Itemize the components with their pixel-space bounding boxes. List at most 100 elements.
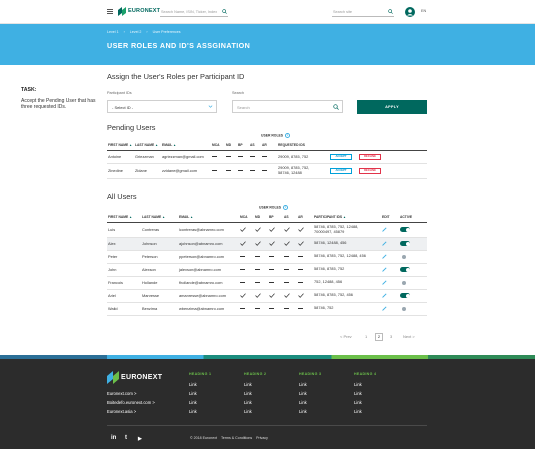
footer-column-link[interactable]: Link [189,382,197,387]
role-cell[interactable] [249,163,261,178]
role-cell[interactable] [268,276,283,289]
role-cell[interactable] [283,222,297,237]
role-cell[interactable] [297,237,313,250]
page-link[interactable]: 1 [365,334,367,339]
role-cell[interactable] [283,263,297,276]
role-cell[interactable] [254,237,268,250]
participant-id-select[interactable]: - Select ID - [107,100,217,113]
role-cell[interactable] [225,150,237,163]
role-cell[interactable] [268,222,283,237]
search-icon[interactable] [333,104,339,110]
site-search-input[interactable]: Search site [332,7,394,17]
role-cell[interactable] [254,263,268,276]
user-avatar-icon[interactable] [405,7,415,17]
role-cell[interactable] [268,263,283,276]
edit-pencil-icon[interactable] [382,266,387,273]
footer-column-link[interactable]: Link [299,391,307,396]
role-cell[interactable] [254,289,268,302]
active-toggle[interactable] [400,306,410,311]
role-cell[interactable] [283,250,297,263]
terms-link[interactable]: Terms & Conditions [221,436,252,440]
decline-button[interactable]: DECLINE [359,154,381,160]
role-cell[interactable] [283,276,297,289]
search-icon[interactable] [388,9,393,14]
privacy-link[interactable]: Privacy [256,436,268,440]
role-cell[interactable] [239,289,254,302]
accept-button[interactable]: ACCEPT [330,154,352,160]
prev-page-link[interactable]: < Prev [340,334,352,339]
role-cell[interactable] [239,237,254,250]
page-link[interactable]: 3 [390,334,392,339]
role-cell[interactable] [249,150,261,163]
edit-pencil-icon[interactable] [382,226,387,233]
role-cell[interactable] [254,250,268,263]
search-icon[interactable] [222,9,227,14]
footer-column-link[interactable]: Link [189,400,197,405]
current-page[interactable]: 2 [375,333,383,341]
footer-column-link[interactable]: Link [299,382,307,387]
role-cell[interactable] [268,289,283,302]
active-toggle[interactable] [400,280,410,285]
edit-pencil-icon[interactable] [382,253,387,260]
role-cell[interactable] [283,237,297,250]
global-search-input[interactable]: Search Name, ISIN, Ticker, Index [160,7,228,17]
role-cell[interactable] [283,289,297,302]
active-toggle[interactable] [400,227,410,233]
footer-column-link[interactable]: Link [244,382,252,387]
info-icon[interactable]: i [283,205,289,210]
role-cell[interactable] [225,163,237,178]
column-header[interactable]: FIRST NAME ▲ [107,212,141,222]
footer-column-link[interactable]: Link [189,391,197,396]
footer-column-link[interactable]: Link [354,382,362,387]
footer-column-link[interactable]: Link [354,400,362,405]
footer-column-link[interactable]: Link [299,400,307,405]
footer-link-euronext[interactable]: Euronext.com > [107,391,136,396]
active-toggle[interactable] [400,293,410,299]
active-toggle[interactable] [400,254,410,259]
breadcrumb-item[interactable]: Level 1 [107,30,119,34]
role-cell[interactable] [239,263,254,276]
column-header[interactable]: LAST NAME ▲ [134,140,161,150]
role-cell[interactable] [254,302,268,315]
role-cell[interactable] [297,289,313,302]
decline-button[interactable]: DECLINE [359,168,381,174]
role-cell[interactable] [237,150,249,163]
role-cell[interactable] [283,302,297,315]
column-header[interactable]: PARTICIPANT IDS ▲ [313,212,381,222]
edit-pencil-icon[interactable] [382,240,387,247]
role-cell[interactable] [261,163,277,178]
linkedin-icon[interactable]: in [111,435,116,441]
edit-pencil-icon[interactable] [382,305,387,312]
language-selector[interactable]: EN [421,9,426,13]
role-cell[interactable] [268,250,283,263]
next-page-link[interactable]: Next > [403,334,415,339]
footer-column-link[interactable]: Link [189,409,197,414]
brand-name[interactable]: EURONEXT [128,8,160,14]
column-header[interactable]: FIRST NAME ▲ [107,140,134,150]
accept-button[interactable]: ACCEPT [330,168,352,174]
role-cell[interactable] [237,163,249,178]
info-icon[interactable]: i [285,133,291,138]
column-header[interactable]: EMAIL ▲ [161,140,211,150]
active-toggle[interactable] [400,267,410,273]
footer-column-link[interactable]: Link [244,409,252,414]
footer-link-boitedefo[interactable]: Boitedefo.euronext.com > [107,400,155,405]
user-search-input[interactable]: Search [232,100,343,113]
edit-pencil-icon[interactable] [382,279,387,286]
menu-icon[interactable] [107,9,113,14]
footer-column-link[interactable]: Link [299,409,307,414]
youtube-icon[interactable]: ▶ [138,436,142,442]
footer-column-link[interactable]: Link [354,391,362,396]
role-cell[interactable] [239,276,254,289]
role-cell[interactable] [239,250,254,263]
active-toggle[interactable] [400,241,410,247]
footer-column-link[interactable]: Link [244,400,252,405]
role-cell[interactable] [239,302,254,315]
role-cell[interactable] [297,263,313,276]
role-cell[interactable] [268,237,283,250]
role-cell[interactable] [254,222,268,237]
column-header[interactable]: EMAIL ▲ [178,212,239,222]
role-cell[interactable] [211,163,225,178]
role-cell[interactable] [297,302,313,315]
breadcrumb-item[interactable]: Level 2 [130,30,142,34]
